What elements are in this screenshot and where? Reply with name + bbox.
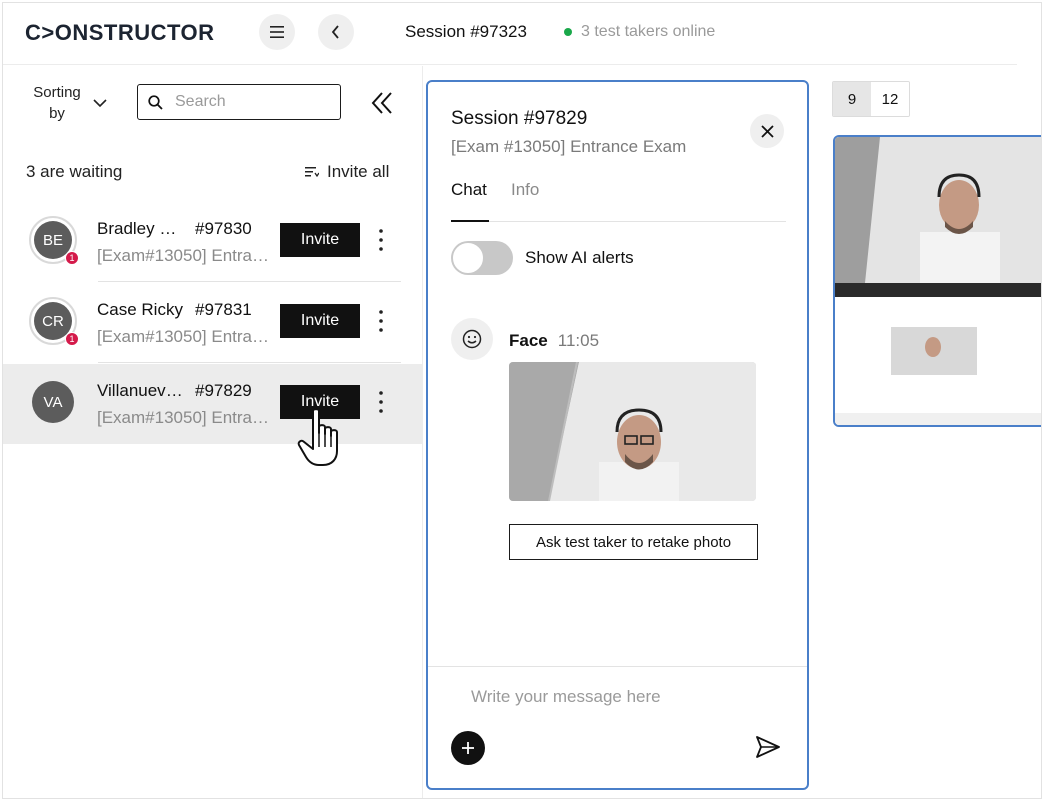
tab-info[interactable]: Info xyxy=(511,180,539,222)
waiting-count: 3 are waiting xyxy=(26,162,123,181)
test-taker-name: Villanueva Ana #97829 xyxy=(97,381,252,401)
face-photo[interactable] xyxy=(509,362,756,501)
list-item[interactable]: CR 1 Case Ricky #97831 [Exam#13050] Entr… xyxy=(3,283,423,363)
notification-badge: 1 xyxy=(65,251,79,265)
divider xyxy=(98,362,401,363)
notification-badge: 1 xyxy=(65,332,79,346)
exam-name: [Exam#13050] Entrance Exam xyxy=(97,246,273,265)
top-header: C>ONSTRUCTOR Session #97323 3 test taker… xyxy=(3,3,1017,65)
hamburger-icon xyxy=(270,26,284,38)
more-options-icon[interactable] xyxy=(373,226,389,254)
ai-alerts-label: Show AI alerts xyxy=(525,248,634,267)
search-icon xyxy=(148,94,163,110)
retake-photo-button[interactable]: Ask test taker to retake photo xyxy=(509,524,758,560)
current-session-title: Session #97323 xyxy=(405,22,527,41)
test-taker-name: Case Ricky #97831 xyxy=(97,300,252,320)
ai-alerts-toggle[interactable] xyxy=(451,241,513,275)
message-input[interactable] xyxy=(471,687,771,713)
grid-size-switch: 9 12 xyxy=(832,81,910,117)
sorting-dropdown[interactable]: Sorting by xyxy=(29,82,119,124)
webcam-feed-image xyxy=(835,137,1041,283)
grid-option-12[interactable]: 12 xyxy=(871,82,909,116)
session-number: #97829 xyxy=(195,381,252,400)
avatar-initials: VA xyxy=(32,381,74,423)
close-panel-button[interactable] xyxy=(750,114,784,148)
avatar: BE 1 xyxy=(29,216,79,265)
send-icon[interactable] xyxy=(754,733,782,761)
toggle-knob xyxy=(452,242,484,274)
message-composer xyxy=(428,666,807,788)
avatar: VA xyxy=(29,378,77,426)
menu-button[interactable] xyxy=(259,14,295,50)
session-tile[interactable] xyxy=(833,135,1041,427)
smiley-icon xyxy=(462,329,482,349)
avatar: CR 1 xyxy=(29,297,79,346)
divider xyxy=(98,281,401,282)
waiting-list-panel: Sorting by 3 are waiting Invite a xyxy=(3,66,423,798)
collapse-panel-icon[interactable] xyxy=(369,90,395,116)
name-text: Case Ricky xyxy=(97,300,183,319)
back-button[interactable] xyxy=(318,14,354,50)
invite-button[interactable]: Invite xyxy=(280,304,360,338)
message-time: 11:05 xyxy=(557,331,600,350)
grid-option-9[interactable]: 9 xyxy=(833,82,871,116)
app-window: C>ONSTRUCTOR Session #97323 3 test taker… xyxy=(2,2,1042,799)
test-taker-name: Bradley Ellis #97830 xyxy=(97,219,252,239)
ai-alerts-row: Show AI alerts xyxy=(451,241,634,275)
chevron-down-icon xyxy=(93,98,107,107)
online-text: 3 test takers online xyxy=(581,23,716,40)
exam-name: [Exam#13050] Entrance Exam xyxy=(97,408,273,427)
list-item-selected[interactable]: VA Villanueva Ana #97829 [Exam#13050] En… xyxy=(3,364,423,444)
face-alert-avatar xyxy=(451,318,493,360)
sorting-label: Sorting by xyxy=(33,84,81,122)
tab-chat[interactable]: Chat xyxy=(451,180,489,222)
attach-button[interactable] xyxy=(451,731,485,765)
online-dot-icon xyxy=(564,28,572,36)
name-text: Bradley Ellis xyxy=(97,219,187,238)
constructor-logo[interactable]: C>ONSTRUCTOR xyxy=(25,20,215,46)
invite-button[interactable]: Invite xyxy=(280,223,360,257)
screen-share-image xyxy=(835,283,1041,425)
more-options-icon[interactable] xyxy=(373,307,389,335)
invite-all-label: Invite all xyxy=(327,162,390,181)
list-item[interactable]: BE 1 Bradley Ellis #97830 [Exam#13050] E… xyxy=(3,202,423,282)
search-input[interactable] xyxy=(175,93,325,111)
panel-tabs: Chat Info xyxy=(451,180,786,222)
invite-button[interactable]: Invite xyxy=(280,385,360,419)
session-number: #97830 xyxy=(195,219,252,238)
panel-subtitle: [Exam #13050] Entrance Exam xyxy=(451,137,687,156)
message-author: Face xyxy=(509,331,548,350)
message-header: Face 11:05 xyxy=(509,331,599,351)
invite-all-button[interactable]: Invite all xyxy=(305,162,389,182)
list-icon xyxy=(305,167,319,178)
more-options-icon[interactable] xyxy=(373,388,389,416)
plus-icon xyxy=(462,742,474,754)
exam-name: [Exam#13050] Entrance Exam xyxy=(97,327,273,346)
search-box xyxy=(137,84,341,120)
panel-title: Session #97829 xyxy=(451,108,588,129)
name-text: Villanueva Ana xyxy=(97,381,187,400)
close-icon xyxy=(760,124,774,138)
session-detail-panel: Session #97829 [Exam #13050] Entrance Ex… xyxy=(426,80,809,790)
chevron-left-icon xyxy=(331,25,339,39)
face-photo-image xyxy=(509,362,756,501)
session-number: #97831 xyxy=(195,300,252,319)
online-status: 3 test takers online xyxy=(564,23,715,41)
